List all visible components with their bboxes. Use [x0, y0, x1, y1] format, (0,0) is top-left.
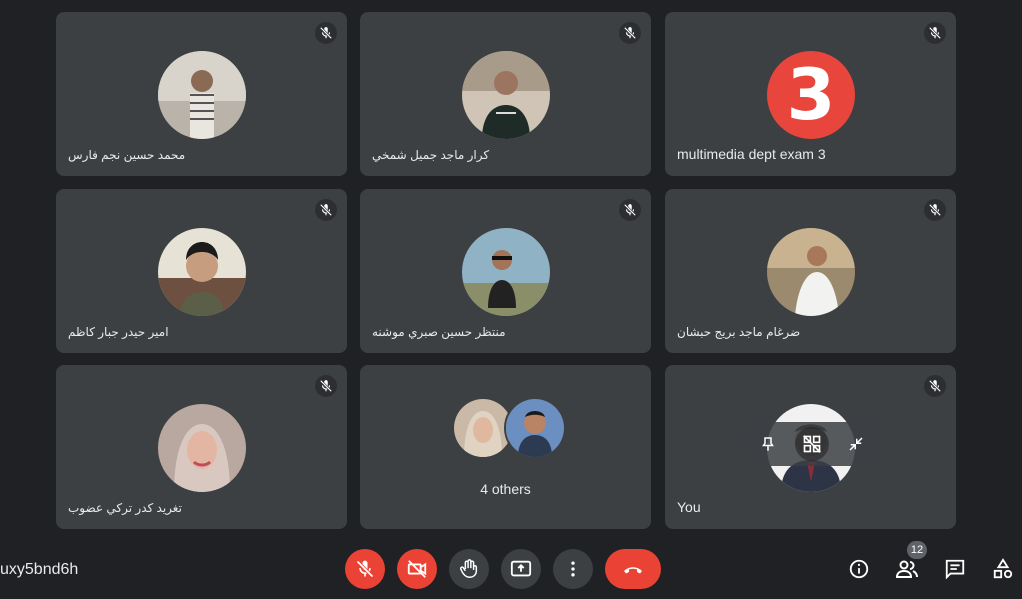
self-tile[interactable]: You — [665, 365, 956, 529]
participant-name: multimedia dept exam 3 — [677, 146, 826, 162]
mic-off-icon — [619, 199, 641, 221]
activities-icon — [993, 558, 1013, 579]
participant-name: محمد حسين نجم فارس — [68, 148, 186, 162]
people-count-badge: 12 — [907, 541, 927, 559]
mic-toggle-button[interactable] — [345, 549, 385, 589]
people-button[interactable] — [893, 555, 921, 583]
participant-tile[interactable]: محمد حسين نجم فارس — [56, 12, 347, 176]
camera-off-icon — [407, 560, 427, 578]
participant-tile[interactable]: منتظر حسين صبري موشنه — [360, 189, 651, 353]
mic-off-icon — [315, 22, 337, 44]
meeting-code: uxy5bnd6h — [0, 561, 79, 578]
camera-toggle-button[interactable] — [397, 549, 437, 589]
participant-name: منتظر حسين صبري موشنه — [372, 325, 506, 339]
avatar — [767, 228, 855, 316]
participant-name: امير حيدر جبار كاظم — [68, 325, 169, 339]
present-icon — [510, 560, 532, 577]
chat-icon — [945, 559, 965, 580]
participant-tile[interactable]: 3 multimedia dept exam 3 — [665, 12, 956, 176]
participant-name: كرار ماجد جميل شمخي — [372, 148, 490, 162]
participant-name: ضرغام ماجد بريج حبشان — [677, 325, 801, 339]
mic-off-icon — [924, 375, 946, 397]
mic-off-icon — [619, 22, 641, 44]
avatar — [462, 228, 550, 316]
avatar — [462, 51, 550, 139]
end-call-icon — [624, 567, 642, 574]
avatar — [504, 397, 566, 459]
avatar — [158, 404, 246, 492]
people-icon — [895, 560, 918, 578]
mic-off-icon — [924, 22, 946, 44]
participant-name: You — [677, 499, 701, 515]
participant-tile[interactable]: ضرغام ماجد بريج حبشان — [665, 189, 956, 353]
pin-icon[interactable] — [751, 427, 785, 461]
meeting-info-button[interactable] — [845, 555, 873, 583]
minimize-icon[interactable] — [839, 427, 873, 461]
chat-button[interactable] — [941, 555, 969, 583]
more-vert-icon — [571, 561, 575, 577]
mic-off-icon — [924, 199, 946, 221]
present-button[interactable] — [501, 549, 541, 589]
mic-off-icon — [315, 199, 337, 221]
tile-hover-controls — [746, 422, 878, 466]
info-icon — [849, 559, 869, 579]
avatar — [158, 228, 246, 316]
hand-icon — [460, 559, 478, 578]
remove-tile-icon[interactable] — [795, 427, 829, 461]
mic-off-icon — [315, 375, 337, 397]
raise-hand-button[interactable] — [449, 549, 489, 589]
more-options-button[interactable] — [553, 549, 593, 589]
participant-tile[interactable]: تغريد كدر تركي عضوب — [56, 365, 347, 529]
activities-button[interactable] — [989, 555, 1017, 583]
leave-call-button[interactable] — [605, 549, 661, 589]
avatar — [158, 51, 246, 139]
avatar-letter: 3 — [767, 51, 855, 139]
others-count-label: 4 others — [480, 481, 531, 497]
participant-tile[interactable]: كرار ماجد جميل شمخي — [360, 12, 651, 176]
participant-tile[interactable]: امير حيدر جبار كاظم — [56, 189, 347, 353]
participant-name: تغريد كدر تركي عضوب — [68, 501, 182, 515]
mic-off-icon — [356, 560, 374, 578]
others-tile[interactable]: 4 others — [360, 365, 651, 529]
avatar-letter-text: 3 — [786, 54, 836, 136]
